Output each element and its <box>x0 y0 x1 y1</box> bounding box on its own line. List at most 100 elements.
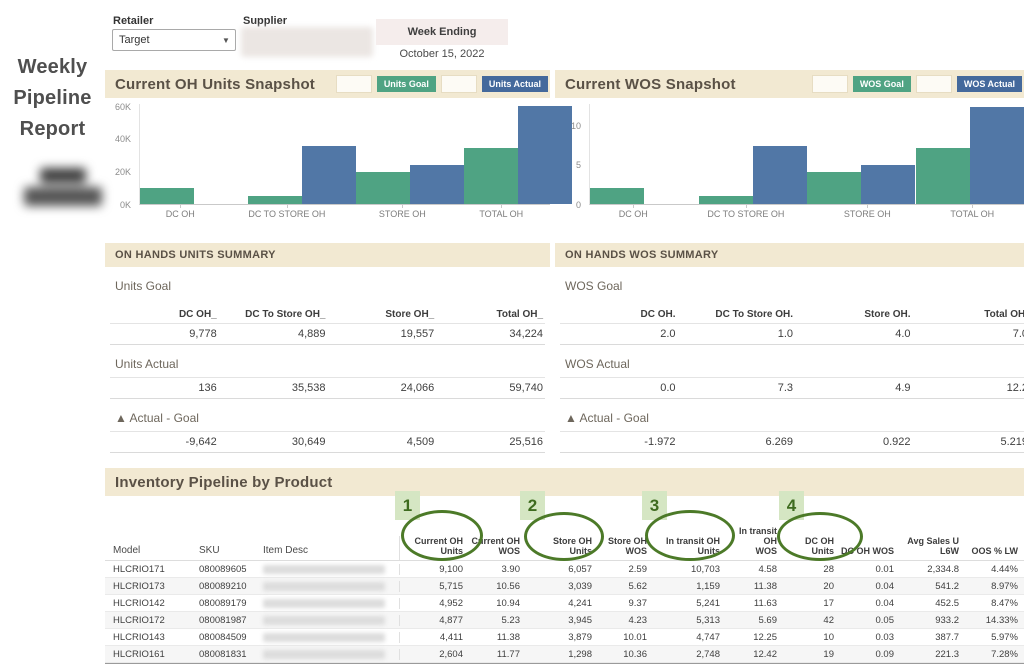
bar-group-store-oh <box>356 165 464 204</box>
legend-item-wos-actual[interactable]: WOS Actual <box>957 76 1022 92</box>
pipeline-cell: HLCRIO172 <box>105 615 191 626</box>
pipeline-cell: 10.94 <box>469 598 526 609</box>
wos-summary-body: WOS GoalDC OH.DC To Store OH.Store OH.To… <box>555 267 1024 453</box>
bar-wos-goal[interactable] <box>916 148 970 204</box>
chart-wos-title: Current WOS Snapshot <box>555 76 736 93</box>
pipeline-row[interactable]: HLCRIO1430800845094,41111.383,87910.014,… <box>105 629 1024 646</box>
summary-value: 4.0 <box>795 324 913 344</box>
legend-blank-segment[interactable] <box>441 75 477 93</box>
report-title-line2: Pipeline <box>0 83 105 114</box>
pipeline-cell: 080081987 <box>191 615 255 626</box>
y-axis-tick-label: 5 <box>576 160 581 170</box>
summary-column-header: DC To Store OH_ <box>219 299 328 323</box>
summary-values-row: 0.07.34.912.2 <box>560 377 1024 399</box>
annotation-circle-2 <box>524 512 604 561</box>
pipeline-cell: 10.36 <box>598 649 653 660</box>
pipeline-cell: 387.7 <box>900 632 965 643</box>
pipeline-cell: 10,703 <box>653 564 726 575</box>
bar-units-actual[interactable] <box>410 165 464 204</box>
chart-wos-header: Current WOS Snapshot WOS Goal WOS Actual <box>555 70 1024 98</box>
pipeline-cell: 11.63 <box>726 598 783 609</box>
pipeline-header: Inventory Pipeline by Product <box>105 468 1024 496</box>
y-axis: 60K40K20K0K <box>105 104 135 204</box>
pipeline-cell: 10 <box>783 632 840 643</box>
legend-blank-segment[interactable] <box>812 75 848 93</box>
legend-item-units-actual[interactable]: Units Actual <box>482 76 548 92</box>
legend-item-units-goal[interactable]: Units Goal <box>377 76 436 92</box>
pipeline-row[interactable]: HLCRIO1610800818312,60411.771,29810.362,… <box>105 646 1024 663</box>
bar-wos-actual[interactable] <box>861 165 915 204</box>
summary-value: 19,557 <box>328 324 437 344</box>
bar-wos-goal[interactable] <box>590 188 644 204</box>
chart-units-title: Current OH Units Snapshot <box>105 76 315 93</box>
pipeline-cell: 1,298 <box>526 649 598 660</box>
pipeline-cell: 0.04 <box>840 581 900 592</box>
pipeline-row[interactable]: HLCRIO1420800891794,95210.944,2419.375,2… <box>105 595 1024 612</box>
summary-value: 24,066 <box>328 378 437 398</box>
legend-blank-segment[interactable] <box>916 75 952 93</box>
bar-units-goal[interactable] <box>248 196 302 204</box>
summary-column-header: DC To Store OH. <box>678 299 796 323</box>
chart-panel-wos: Current WOS Snapshot WOS GoalWOS Actual … <box>555 70 1024 238</box>
pipeline-cell: 5,313 <box>653 615 726 626</box>
week-ending-label: Week Ending <box>408 26 477 38</box>
summary-value: 2.0 <box>560 324 678 344</box>
pipeline-cell: 0.04 <box>840 598 900 609</box>
pipeline-cell: 4.58 <box>726 564 783 575</box>
summary-section-label: ▲ Actual - Goal <box>110 399 545 431</box>
company-logo-blurred <box>22 168 104 214</box>
summary-column-header: DC OH_ <box>110 299 219 323</box>
retailer-dropdown[interactable]: Target ▼ <box>112 29 236 51</box>
legend-blank-segment[interactable] <box>336 75 372 93</box>
supplier-value-blurred[interactable] <box>241 27 373 57</box>
item-desc-blurred <box>255 565 399 574</box>
units-summary-title: ON HANDS UNITS SUMMARY <box>105 249 276 261</box>
summary-value: 4.9 <box>795 378 913 398</box>
dashboard: Weekly Pipeline Report Retailer Target ▼… <box>0 0 1024 666</box>
pipeline-column-header-model: Model <box>105 545 191 560</box>
pipeline-row[interactable]: HLCRIO1710800896059,1003.906,0572.5910,7… <box>105 561 1024 578</box>
bar-group-dc-oh <box>590 188 698 204</box>
pipeline-cell: 933.2 <box>900 615 965 626</box>
pipeline-cell: 0.09 <box>840 649 900 660</box>
pipeline-row[interactable]: HLCRIO1720800819874,8775.233,9454.235,31… <box>105 612 1024 629</box>
summary-section-label: ▲ Actual - Goal <box>560 399 1024 431</box>
summary-value: -9,642 <box>110 432 219 452</box>
bar-wos-actual[interactable] <box>753 146 807 204</box>
pipeline-cell: 11.38 <box>469 632 526 643</box>
bar-units-actual[interactable] <box>302 146 356 204</box>
bar-units-goal[interactable] <box>356 172 410 204</box>
y-axis-tick-label: 20K <box>115 167 131 177</box>
bar-units-goal[interactable] <box>140 188 194 204</box>
pipeline-cell: 3,879 <box>526 632 598 643</box>
summary-value: 1.0 <box>678 324 796 344</box>
summary-value: 12.2 <box>913 378 1024 398</box>
bar-wos-goal[interactable] <box>699 196 753 204</box>
pipeline-row[interactable]: HLCRIO1730800892105,71510.563,0395.621,1… <box>105 578 1024 595</box>
summary-value: 7.3 <box>678 378 796 398</box>
retailer-label: Retailer <box>113 15 153 27</box>
units-summary-body: Units GoalDC OH_DC To Store OH_Store OH_… <box>105 267 550 453</box>
item-desc-blob <box>263 599 385 608</box>
pipeline-cell: 42 <box>783 615 840 626</box>
summary-column-header: Store OH_ <box>328 299 437 323</box>
legend-item-wos-goal[interactable]: WOS Goal <box>853 76 911 92</box>
summary-value: 9,778 <box>110 324 219 344</box>
summary-value: 136 <box>110 378 219 398</box>
pipeline-title: Inventory Pipeline by Product <box>105 474 333 491</box>
pipeline-cell: 0.05 <box>840 615 900 626</box>
pipeline-cell: 0.03 <box>840 632 900 643</box>
item-desc-blurred <box>255 616 399 625</box>
pipeline-cell: 4.44% <box>965 564 1024 575</box>
week-ending-value: October 15, 2022 <box>376 48 508 60</box>
chart-panel-units: Current OH Units Snapshot Units Goal Unit… <box>105 70 550 238</box>
bar-wos-goal[interactable] <box>807 172 861 204</box>
summary-column-header: Total OH_ <box>436 299 545 323</box>
chart-wos-plot-area: 1050 DC OHDC TO STORE OHSTORE OHTOTAL OH <box>555 104 1024 219</box>
bar-wos-actual[interactable] <box>970 107 1024 204</box>
bar-group-store-oh <box>807 165 915 204</box>
y-axis-tick-label: 10 <box>571 121 581 131</box>
bar-units-goal[interactable] <box>464 148 518 204</box>
x-axis: DC OHDC TO STORE OHSTORE OHTOTAL OH <box>139 209 550 219</box>
pipeline-column-header-sku: SKU <box>191 545 255 560</box>
